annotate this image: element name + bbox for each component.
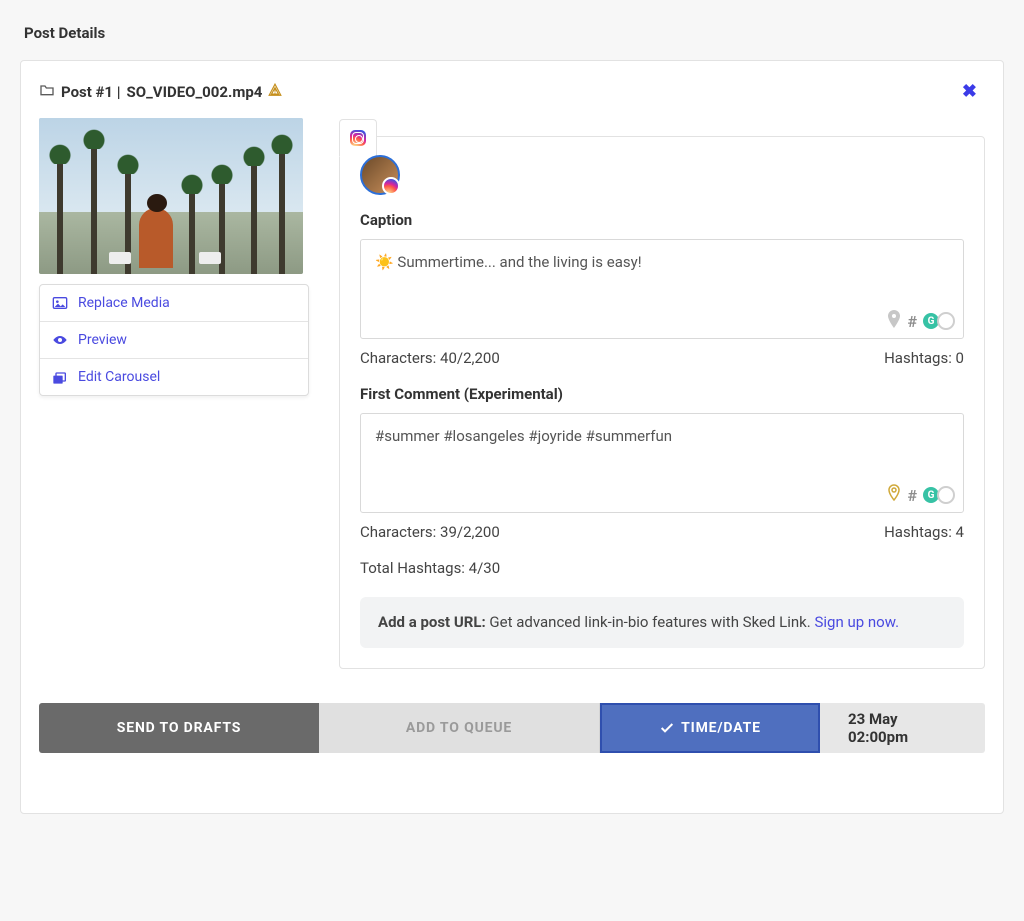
location-pin-icon[interactable] [887,310,901,332]
post-header: Post #1 | SO_VIDEO_002.mp4 [39,83,282,101]
folder-icon [39,83,55,101]
add-to-queue-button[interactable]: Add to Queue [319,703,600,753]
first-comment-hashtag-count: Hashtags: 4 [884,523,964,541]
url-promo-body: Get advanced link-in-bio features with S… [486,613,815,631]
sign-up-link[interactable]: Sign up now. [814,613,899,631]
grammarly-secondary-icon [937,486,955,504]
preview-label: Preview [78,332,127,348]
post-filename: SO_VIDEO_002.mp4 [127,83,263,101]
carousel-icon [52,370,68,384]
check-icon [659,720,675,736]
media-column: Replace Media Preview Edit Carousel [39,118,309,396]
time-date-label: Time/Date [681,720,761,736]
total-hashtags: Total Hashtags: 4/30 [360,559,964,577]
account-avatar[interactable] [360,155,400,195]
media-actions: Replace Media Preview Edit Carousel [39,284,309,396]
time-date-button[interactable]: Time/Date [600,703,820,753]
edit-carousel-label: Edit Carousel [78,369,160,385]
editor-panel: Caption ☀️ Summertime... and the living … [339,136,985,669]
platform-tab-instagram[interactable] [339,119,377,157]
replace-media-label: Replace Media [78,295,170,311]
hashtag-icon[interactable]: # [907,486,917,505]
edit-carousel-button[interactable]: Edit Carousel [40,358,308,395]
first-comment-char-count: Characters: 39/2,200 [360,523,500,541]
hashtag-icon[interactable]: # [907,312,917,331]
eye-icon [52,333,68,347]
first-comment-text: #summer #losangeles #joyride #summerfun [375,427,672,445]
page-title: Post Details [24,24,1004,42]
url-promo: Add a post URL: Get advanced link-in-bio… [360,597,964,648]
location-pin-icon[interactable] [887,484,901,506]
post-title-prefix: Post #1 | [61,83,121,101]
first-comment-label: First Comment (Experimental) [360,385,964,403]
image-icon [52,296,68,310]
warning-icon [268,83,282,101]
scheduled-date: 23 May 02:00pm [820,703,985,753]
caption-hashtag-count: Hashtags: 0 [884,349,964,367]
caption-char-count: Characters: 40/2,200 [360,349,500,367]
footer-bar: Send to Drafts Add to Queue Time/Date 23… [39,703,985,753]
preview-button[interactable]: Preview [40,321,308,358]
media-thumbnail[interactable] [39,118,303,274]
caption-input[interactable]: ☀️ Summertime... and the living is easy!… [360,239,964,339]
post-card: Post #1 | SO_VIDEO_002.mp4 ✖ [20,60,1004,814]
caption-text: Summertime... and the living is easy! [397,253,641,271]
grammarly-secondary-icon [937,312,955,330]
caption-emoji: ☀️ [375,253,394,271]
instagram-icon [350,130,366,146]
replace-media-button[interactable]: Replace Media [40,285,308,321]
first-comment-input[interactable]: #summer #losangeles #joyride #summerfun … [360,413,964,513]
url-promo-lead: Add a post URL: [378,613,486,631]
caption-label: Caption [360,211,964,229]
close-icon[interactable]: ✖ [954,79,985,104]
send-to-drafts-button[interactable]: Send to Drafts [39,703,319,753]
